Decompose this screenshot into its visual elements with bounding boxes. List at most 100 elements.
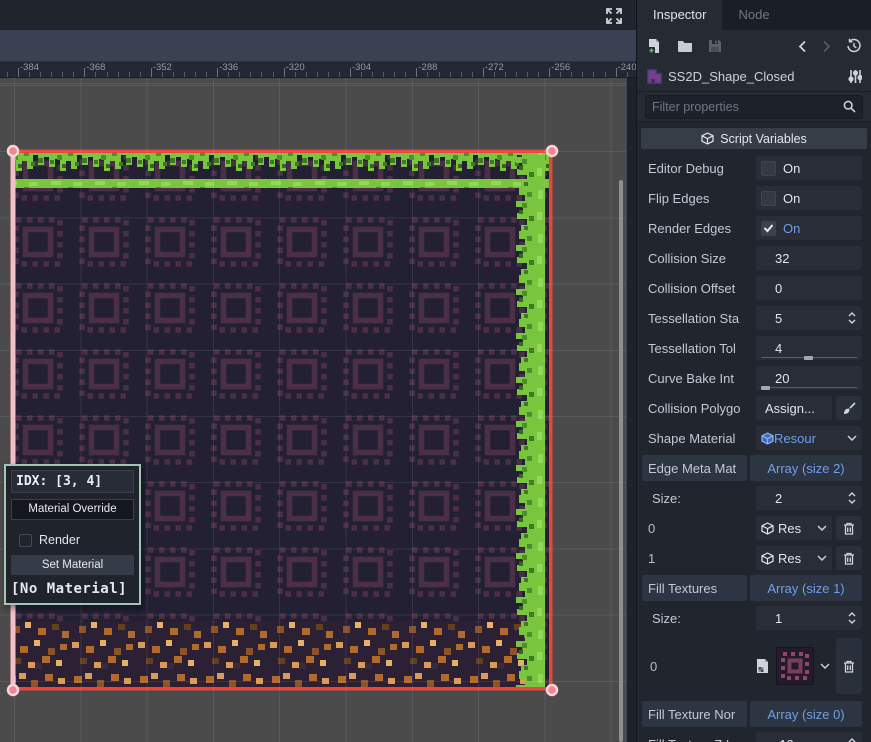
- spinner-updown-icon[interactable]: [847, 311, 857, 325]
- history-back-icon[interactable]: [798, 40, 807, 53]
- ruler-tick: [605, 72, 606, 77]
- tessellation-tolerance-slider[interactable]: 4: [756, 336, 862, 360]
- chevron-down-icon[interactable]: [820, 663, 830, 669]
- fill-textures-array-button[interactable]: Array (size 1): [750, 575, 862, 601]
- property-fill-textures: Fill Textures Array (size 1): [637, 573, 871, 603]
- ruler-tick: [593, 72, 594, 77]
- resource-cube-icon: [761, 432, 774, 445]
- ruler-tick: [173, 72, 174, 77]
- checkbox-icon[interactable]: [761, 191, 776, 206]
- ruler-tick: [51, 72, 52, 77]
- canvas-2d[interactable]: IDX: [3, 4] Material Override Render Set…: [0, 78, 627, 742]
- spinner-updown-icon[interactable]: [847, 491, 857, 505]
- ruler-tick: [383, 72, 384, 77]
- chevron-down-icon[interactable]: [817, 555, 827, 561]
- collision-size-field[interactable]: 32: [756, 246, 862, 270]
- property-fill-texture-z-index: Fill Texture Z I -10: [637, 729, 871, 742]
- delete-element-button[interactable]: [836, 546, 862, 570]
- fill-texture-normals-array-button[interactable]: Array (size 0): [750, 701, 862, 727]
- fill-texture-z-index-spinbox[interactable]: -10: [756, 732, 862, 742]
- viewport-topbar: [0, 0, 636, 30]
- filter-properties-input[interactable]: [652, 100, 843, 114]
- resource-name[interactable]: SS2D_Shape_Closed: [668, 69, 843, 84]
- delete-element-button[interactable]: [836, 516, 862, 540]
- spinner-updown-icon[interactable]: [847, 611, 857, 625]
- texture-thumbnail[interactable]: [776, 647, 814, 685]
- property-curve-bake-interval: Curve Bake Int 20: [637, 363, 871, 393]
- edge-material-popup: IDX: [3, 4] Material Override Render Set…: [4, 464, 141, 605]
- ruler-tick: [295, 72, 296, 77]
- cube-icon: [701, 132, 714, 145]
- flip-edges-checkbox[interactable]: On: [756, 186, 862, 210]
- ruler-tick: [549, 68, 550, 77]
- property-tessellation-tolerance: Tessellation Tol 4: [637, 333, 871, 363]
- property-fill-texture-normals: Fill Texture Nor Array (size 0): [637, 699, 871, 729]
- slider-track[interactable]: [761, 387, 857, 388]
- array-size-spinbox[interactable]: 1: [756, 606, 862, 630]
- array-element-row: 1 Res: [637, 543, 871, 573]
- ruler-tick: [107, 72, 108, 77]
- property-edge-meta-materials: Edge Meta Mat Array (size 2): [637, 453, 871, 483]
- ruler-tick: [250, 72, 251, 77]
- slider-grabber[interactable]: [761, 386, 770, 390]
- filter-row: [637, 92, 871, 122]
- save-icon[interactable]: [708, 39, 722, 53]
- inspector-toolbar: [637, 30, 871, 62]
- new-resource-icon[interactable]: [646, 38, 662, 54]
- checkbox-checked-icon[interactable]: [761, 221, 776, 236]
- tessellation-stages-spinbox[interactable]: 5: [756, 306, 862, 330]
- tab-node[interactable]: Node: [722, 0, 785, 30]
- render-edges-checkbox[interactable]: On: [756, 216, 862, 240]
- trash-icon: [843, 660, 855, 673]
- brush-icon: [843, 402, 856, 415]
- spinner-updown-icon[interactable]: [847, 737, 857, 742]
- shape-material-resource[interactable]: Resour: [756, 426, 862, 450]
- editor-debug-checkbox[interactable]: On: [756, 156, 862, 180]
- pick-node-button[interactable]: [836, 396, 862, 420]
- set-material-button[interactable]: Set Material: [11, 555, 134, 575]
- delete-element-button[interactable]: [836, 638, 862, 694]
- horizontal-ruler: -384-368-352-336-320-304-288-272-256-240: [0, 62, 636, 78]
- chevron-down-icon[interactable]: [817, 525, 827, 531]
- collision-offset-field[interactable]: 0: [756, 276, 862, 300]
- ruler-tick: [206, 72, 207, 77]
- vertical-scrollbar[interactable]: [619, 180, 623, 742]
- ruler-tick: [239, 72, 240, 77]
- object-history-icon[interactable]: [846, 38, 862, 54]
- render-checkbox[interactable]: [19, 534, 32, 547]
- ruler-tick: [505, 72, 506, 77]
- chevron-down-icon[interactable]: [847, 435, 857, 441]
- checkbox-icon[interactable]: [761, 161, 776, 176]
- trash-icon: [843, 552, 855, 565]
- array-size-row: Size: 2: [637, 483, 871, 513]
- tools-icon[interactable]: [848, 69, 862, 84]
- ruler-tick: [317, 72, 318, 77]
- inspector-panel: Inspector Node: [636, 0, 871, 742]
- history-forward-icon[interactable]: [822, 40, 831, 53]
- property-editor-debug: Editor Debug On: [637, 153, 871, 183]
- ruler-tick: [439, 72, 440, 77]
- ruler-tick: [284, 68, 285, 77]
- ruler-tick: [184, 72, 185, 77]
- tab-inspector[interactable]: Inspector: [637, 0, 722, 30]
- material-override-button[interactable]: Material Override: [11, 499, 134, 520]
- ruler-tick: [538, 72, 539, 77]
- ss2d-shape[interactable]: [5, 143, 561, 699]
- no-material-label: [No Material]: [11, 581, 134, 597]
- ruler-tick: [627, 72, 628, 77]
- ruler-tick: [306, 72, 307, 77]
- curve-bake-interval-slider[interactable]: 20: [756, 366, 862, 390]
- element-1-resource[interactable]: Res: [756, 546, 832, 570]
- ruler-tick: [461, 72, 462, 77]
- property-tessellation-stages: Tessellation Sta 5: [637, 303, 871, 333]
- array-size-row: Size: 1: [637, 603, 871, 633]
- slider-grabber[interactable]: [804, 356, 813, 360]
- ruler-tick: [261, 72, 262, 77]
- edge-meta-materials-array-button[interactable]: Array (size 2): [750, 455, 862, 481]
- load-folder-icon[interactable]: [677, 39, 693, 53]
- element-0-resource[interactable]: Res: [756, 516, 832, 540]
- assign-nodepath-button[interactable]: Assign...: [756, 396, 832, 420]
- expand-icon[interactable]: [604, 6, 624, 26]
- script-variables-header[interactable]: Script Variables: [641, 128, 867, 149]
- array-size-spinbox[interactable]: 2: [756, 486, 862, 510]
